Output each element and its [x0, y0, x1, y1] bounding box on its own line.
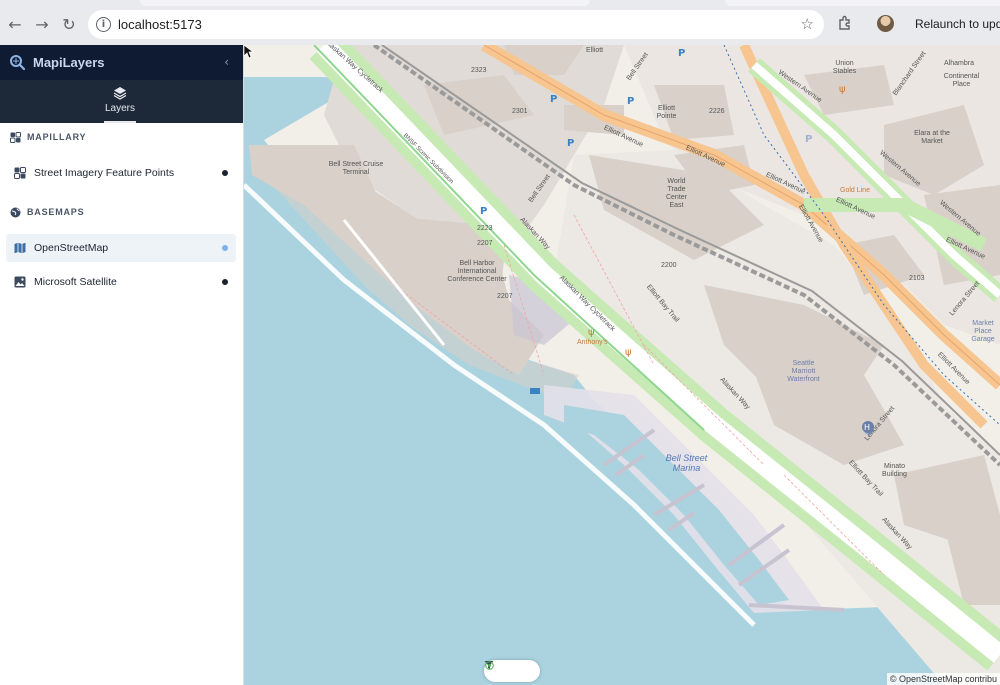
site-info-icon[interactable]: i	[96, 17, 111, 32]
url-text[interactable]: localhost:5173	[118, 17, 202, 32]
tab-layers[interactable]: Layers	[104, 80, 136, 123]
svg-text:ψ: ψ	[625, 347, 632, 357]
tab-strip	[140, 0, 590, 6]
layer-openstreetmap[interactable]: OpenStreetMap	[6, 234, 236, 262]
parking-icon: P	[567, 138, 574, 147]
section-header: MAPILLARY	[0, 127, 244, 147]
reload-icon[interactable]: ↻	[59, 14, 79, 34]
map-label-2207: 2207	[477, 240, 493, 247]
svg-text:P: P	[627, 96, 634, 105]
section-title: MAPILLARY	[27, 132, 87, 142]
sidebar: MapiLayers ‹ Layers MAPILLARY Street Ima…	[0, 45, 244, 685]
parking-icon: P	[805, 134, 812, 143]
parking-icon: P	[678, 48, 685, 57]
map-label-alhambra: Alhambra	[944, 60, 974, 67]
layer-visibility-dot[interactable]	[222, 170, 228, 176]
map-label-2323: 2323	[471, 67, 487, 74]
section-header: BASEMAPS	[0, 202, 244, 222]
restaurant-icon: ψ	[588, 327, 595, 337]
feature-points-icon	[14, 167, 26, 179]
browser-toolbar: ← → ↻ i localhost:5173 ☆ Relaunch to upd…	[0, 0, 1000, 45]
layer-label: Microsoft Satellite	[34, 276, 117, 288]
map-label-market-place-garage: Market Place Garage	[971, 320, 995, 343]
layers-icon	[113, 86, 127, 100]
profile-avatar[interactable]	[877, 15, 894, 32]
section-basemaps: BASEMAPS	[0, 202, 244, 222]
layer-microsoft-satellite[interactable]: Microsoft Satellite	[6, 268, 236, 296]
section-mapillary: MAPILLARY	[0, 127, 244, 147]
map-label-bell-harbor-center: Bell Harbor International Conference Cen…	[447, 260, 507, 283]
map-label-2226: 2226	[709, 108, 725, 115]
layer-street-imagery-feature-points[interactable]: Street Imagery Feature Points	[6, 159, 236, 187]
parking-icon: P	[627, 96, 634, 105]
map-bottom-toolbar	[484, 660, 540, 682]
map-label-bell-street-marina: Bell Street Marina	[665, 453, 708, 473]
layer-visibility-dot[interactable]	[222, 279, 228, 285]
map-label-anthonys: Anthony's	[577, 339, 608, 346]
map-icon	[14, 242, 26, 254]
map-label-world-trade-center-east: World Trade Center East	[665, 178, 687, 209]
mapillary-icon	[10, 131, 21, 143]
app-logo-icon	[9, 54, 26, 71]
map-label-elara-at-the-market: Elara at the Market	[914, 130, 950, 145]
map-label-2207b: 2207	[497, 293, 513, 300]
parking-icon: P	[480, 206, 487, 215]
map-label-bell-street-cruise-terminal: Bell Street Cruise Terminal	[328, 161, 384, 176]
svg-text:P: P	[550, 94, 557, 103]
sidebar-tabs: Layers	[0, 80, 243, 123]
address-bar[interactable]: i localhost:5173 ☆	[88, 10, 824, 39]
map-label-union-stables: Union Stables	[832, 60, 857, 75]
svg-text:P: P	[567, 138, 574, 147]
tab-strip-right	[725, 0, 1000, 6]
map-attribution[interactable]: © OpenStreetMap contribu	[886, 673, 1000, 685]
restaurant-icon: ψ	[625, 347, 632, 357]
back-icon[interactable]: ←	[5, 14, 25, 34]
svg-text:ψ: ψ	[588, 327, 595, 337]
map-label-continental-place: Continental Place	[943, 73, 980, 88]
map-label-2301: 2301	[512, 108, 528, 115]
relaunch-to-update-button[interactable]: Relaunch to update	[915, 17, 1000, 31]
layer-label: OpenStreetMap	[34, 242, 109, 254]
app-title: MapiLayers	[33, 55, 105, 70]
satellite-image-icon	[14, 276, 26, 288]
sidebar-header: MapiLayers ‹	[0, 45, 243, 80]
ferry-terminal-icon	[530, 388, 540, 394]
svg-text:P: P	[805, 134, 812, 143]
svg-text:H: H	[864, 423, 870, 432]
collapse-sidebar-icon[interactable]: ‹	[224, 55, 229, 69]
restaurant-icon: ψ	[839, 84, 846, 94]
tab-layers-label: Layers	[104, 103, 135, 114]
globe-icon	[10, 207, 21, 218]
map-label-minato-building: Minato Building	[882, 463, 907, 478]
map-label-elliott-street: Elliott	[586, 47, 604, 54]
layer-visibility-dot[interactable]	[222, 245, 228, 251]
map-canvas[interactable]: Alaskan Way Cycletrack BNSF Scenic Subdi…	[244, 45, 1000, 685]
svg-text:P: P	[678, 48, 685, 57]
map-label-gold-line: Gold Line	[840, 187, 870, 194]
svg-text:ψ: ψ	[839, 84, 846, 94]
svg-text:P: P	[480, 206, 487, 215]
map-label-elliott-pointe: Elliott Pointe	[656, 105, 677, 120]
map-label-2200: 2200	[661, 262, 677, 269]
extensions-icon[interactable]	[836, 14, 854, 32]
map-label-2103: 2103	[909, 275, 925, 282]
layer-label: Street Imagery Feature Points	[34, 167, 175, 179]
hotel-icon: H	[862, 421, 874, 433]
map-label-2223: 2223	[477, 225, 493, 232]
bookmark-star-icon[interactable]: ☆	[801, 15, 814, 33]
parking-icon: P	[550, 94, 557, 103]
section-title: BASEMAPS	[27, 207, 85, 217]
forward-icon[interactable]: →	[32, 14, 52, 34]
mouse-cursor-icon	[244, 45, 254, 59]
map-label-seattle-marriott-waterfront: Seattle Marriott Waterfront	[787, 360, 820, 383]
